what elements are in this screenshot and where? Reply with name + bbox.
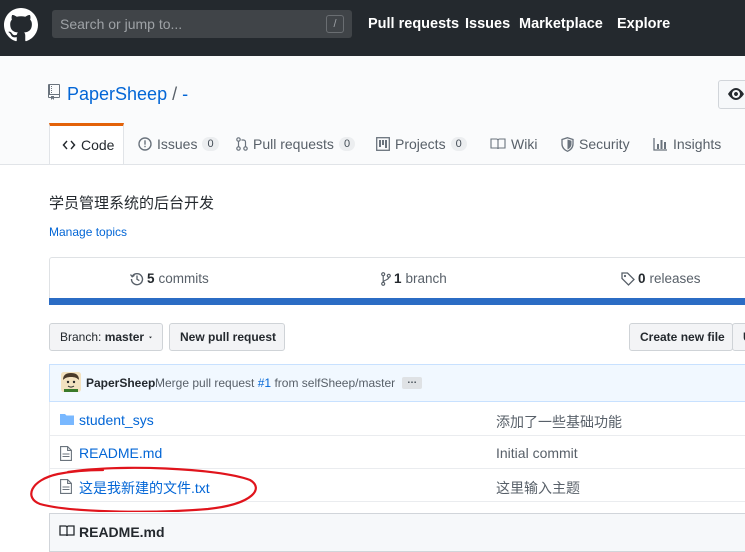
eye-icon	[728, 88, 744, 100]
pulls-counter: 0	[338, 137, 356, 151]
projects-counter: 0	[450, 137, 467, 151]
branch-icon	[381, 271, 391, 286]
upload-files-button[interactable]: U	[732, 323, 745, 351]
tab-projects[interactable]: Projects 0	[376, 136, 467, 152]
commits-stat[interactable]: 5 commits	[130, 271, 209, 286]
branch-select-value: master	[104, 330, 145, 344]
shield-icon	[561, 136, 574, 152]
tab-insights[interactable]: Insights	[653, 136, 721, 152]
red-annotation-circle	[30, 466, 257, 512]
code-icon	[62, 140, 76, 150]
watch-button[interactable]	[718, 80, 745, 109]
repo-name-link[interactable]: -	[182, 84, 188, 104]
file-name-link[interactable]: student_sys	[79, 412, 154, 428]
tab-insights-label: Insights	[673, 136, 722, 152]
file-commit-message[interactable]: Initial commit	[496, 445, 578, 461]
search-placeholder: Search or jump to...	[60, 16, 183, 32]
tab-code-label: Code	[81, 137, 115, 153]
new-pull-request-button[interactable]: New pull request	[169, 323, 285, 351]
caret-down-icon	[149, 336, 152, 338]
language-bar[interactable]	[49, 298, 745, 305]
github-logo-icon[interactable]	[4, 8, 38, 42]
search-input[interactable]: Search or jump to... /	[52, 10, 352, 38]
file-commit-message[interactable]: 添加了一些基础功能	[496, 412, 622, 432]
history-icon	[130, 272, 144, 285]
branch-label: branch	[405, 271, 447, 286]
repo-description: 学员管理系统的后台开发	[49, 195, 215, 212]
book-icon	[490, 138, 506, 150]
branch-select-button[interactable]: Branch: master	[49, 323, 163, 351]
commits-count: 5	[147, 271, 155, 286]
avatar-image	[61, 372, 81, 392]
issues-counter: 0	[202, 137, 219, 151]
readme-title: README.md	[79, 524, 165, 540]
search-shortcut-hint: /	[326, 15, 344, 33]
create-new-file-button[interactable]: Create new file	[629, 323, 733, 351]
tab-pull-requests[interactable]: Pull requests 0	[236, 136, 356, 152]
manage-topics-link[interactable]: Manage topics	[49, 225, 127, 239]
commit-message-suffix: from selfSheep/master	[274, 376, 396, 390]
tab-wiki-label: Wiki	[511, 136, 538, 152]
commit-author-link[interactable]: PaperSheep	[86, 376, 155, 390]
nav-link-marketplace[interactable]: Marketplace	[519, 16, 603, 32]
tab-code[interactable]: Code	[49, 123, 124, 164]
top-nav-bar: Search or jump to... / Pull requests Iss…	[0, 0, 745, 56]
commit-pr-link[interactable]: #1	[258, 376, 271, 390]
commits-label: commits	[158, 271, 209, 286]
releases-count: 0	[638, 271, 646, 286]
graph-icon	[653, 138, 667, 151]
tab-issues-label: Issues	[157, 136, 198, 152]
folder-icon	[60, 414, 74, 425]
file-commit-message[interactable]: 这里输入主题	[496, 478, 580, 498]
book-icon	[59, 525, 75, 537]
pull-request-icon	[236, 137, 248, 151]
nav-link-issues[interactable]: Issues	[465, 16, 510, 32]
tag-icon	[621, 271, 635, 286]
repo-owner-link[interactable]: PaperSheep	[67, 84, 167, 104]
file-icon	[60, 446, 72, 461]
branch-stat[interactable]: 1 branch	[381, 271, 447, 286]
releases-stat[interactable]: 0 releases	[621, 271, 701, 286]
repo-title: PaperSheep / -	[67, 84, 188, 105]
branch-select-label: Branch:	[60, 330, 102, 344]
tab-wiki[interactable]: Wiki	[490, 136, 537, 152]
branch-count: 1	[394, 271, 402, 286]
repo-icon	[48, 84, 60, 100]
avatar[interactable]	[61, 372, 81, 392]
tab-pull-requests-label: Pull requests	[253, 136, 334, 152]
file-name-link[interactable]: README.md	[79, 445, 162, 461]
nav-link-pull-requests[interactable]: Pull requests	[368, 16, 459, 32]
tab-security-label: Security	[579, 136, 630, 152]
nav-link-explore[interactable]: Explore	[617, 16, 670, 32]
tab-projects-label: Projects	[395, 136, 446, 152]
commit-message-prefix: Merge pull request	[155, 376, 255, 390]
tab-security[interactable]: Security	[561, 136, 630, 152]
project-icon	[376, 137, 390, 151]
commit-message[interactable]: Merge pull request #1 from selfSheep/mas…	[155, 376, 395, 390]
commit-expand-button[interactable]: …	[402, 376, 422, 389]
releases-label: releases	[649, 271, 701, 286]
tab-issues[interactable]: Issues 0	[138, 136, 219, 152]
repo-separator: /	[172, 84, 178, 104]
issue-icon	[138, 137, 152, 151]
